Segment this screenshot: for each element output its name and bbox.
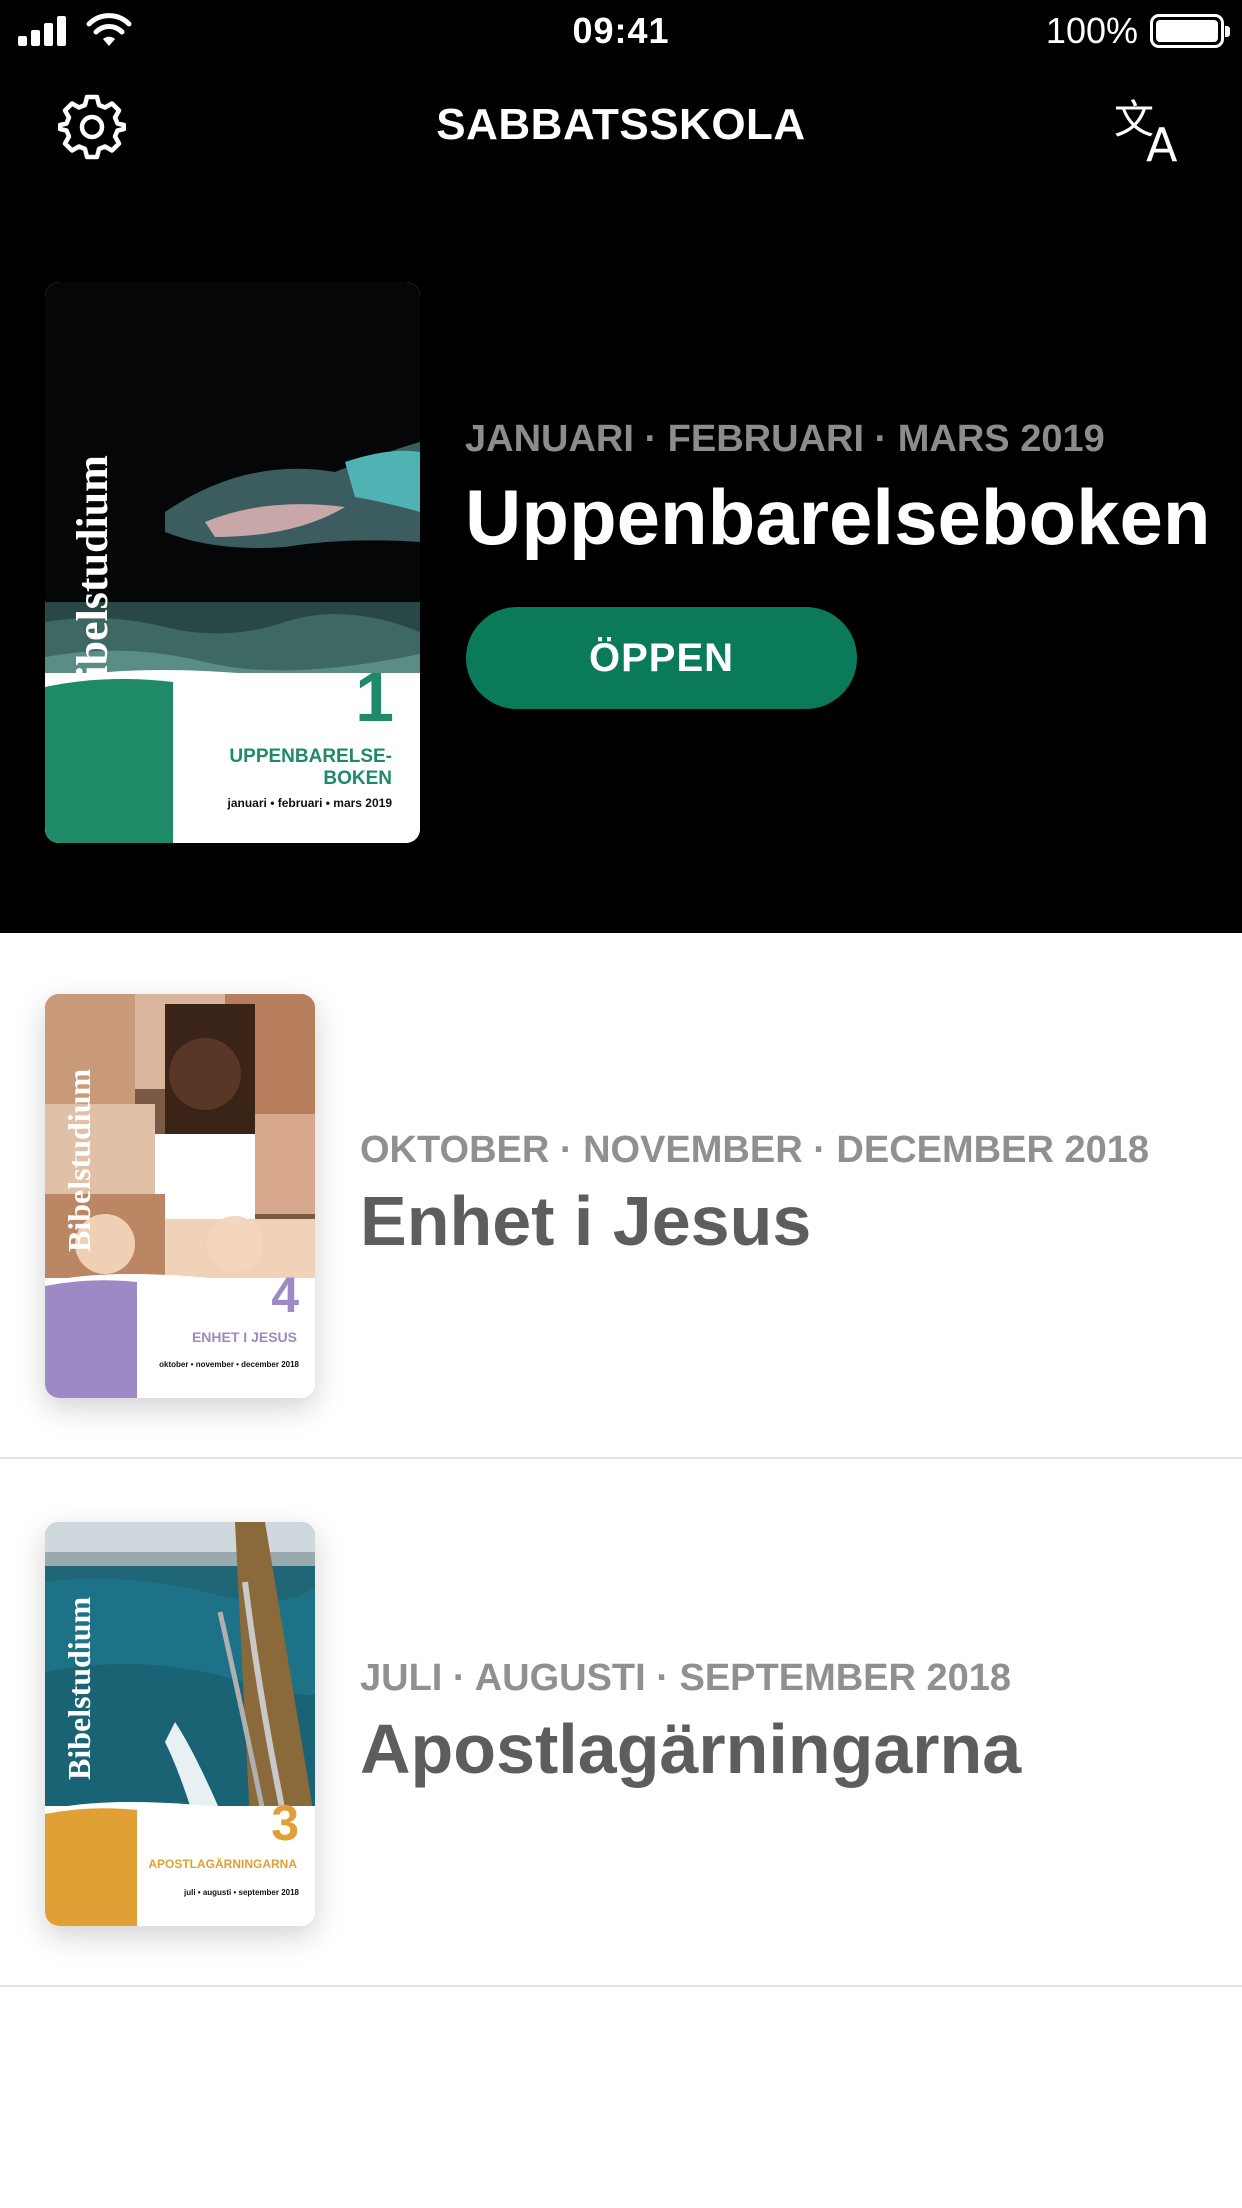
cover-number: 3	[271, 1795, 299, 1851]
cover-spine-title: Bibelstudium	[61, 1068, 97, 1252]
translate-icon: 文 A	[1114, 97, 1178, 163]
cover-dates: oktober • november • december 2018	[159, 1360, 299, 1369]
cover-accent-band	[45, 1294, 137, 1398]
list-item[interactable]: Bibelstudium 4 ENHET I JESUS oktober • n…	[0, 933, 1242, 1459]
cover-title: UPPENBARELSE- BOKEN	[229, 746, 392, 790]
quarterly-cover[interactable]: Bibelstudium 4 ENHET I JESUS oktober • n…	[45, 994, 315, 1398]
cover-number: 1	[355, 658, 394, 736]
language-button[interactable]: 文 A	[1110, 90, 1190, 170]
quarterly-title: Apostlagärningarna	[360, 1710, 1022, 1788]
battery-percentage: 100%	[1045, 10, 1138, 51]
cover-spine-title: Bibelstudium	[61, 1596, 97, 1780]
quarterly-cover[interactable]: Bibelstudium 3 APOSTLAGÄRNINGARNA juli •…	[45, 1522, 315, 1926]
quarterly-title: Enhet i Jesus	[360, 1182, 812, 1260]
cover-accent-band	[45, 693, 173, 843]
cover-title-line1: UPPENBARELSE-	[229, 746, 392, 767]
cover-title: ENHET I JESUS	[191, 1329, 297, 1345]
cover-number: 4	[271, 1267, 299, 1323]
cover-accent-band	[45, 1822, 137, 1926]
battery-icon	[1150, 14, 1230, 48]
cover-title-line2: BOKEN	[323, 768, 392, 789]
cover-dates: juli • augusti • september 2018	[184, 1888, 299, 1897]
quarterly-dates: JULI · AUGUSTI · SEPTEMBER 2018	[360, 1657, 1012, 1699]
page-title: SABBATSSKOLA	[436, 100, 806, 149]
featured-cover[interactable]: Bibelstudium 1 UPPENBARELSE- BOKEN janua…	[45, 282, 420, 843]
nav-bar: SABBATSSKOLA 文 A	[0, 62, 1242, 192]
svg-text:A: A	[1146, 118, 1178, 163]
featured-dates: JANUARI · FEBRUARI · MARS 2019	[465, 418, 1105, 460]
open-button[interactable]: ÖPPEN	[466, 607, 857, 709]
status-bar: 09:41 100%	[0, 0, 1242, 62]
featured-title: Uppenbarelseboken	[465, 473, 1211, 561]
cover-title: APOSTLAGÄRNINGARNA	[148, 1857, 297, 1871]
quarterly-dates: OKTOBER · NOVEMBER · DECEMBER 2018	[360, 1129, 1149, 1171]
cover-dates: januari • februari • mars 2019	[227, 796, 392, 810]
featured-section: SABBATSSKOLA 文 A Bibelstudium 1 UPPENBAR…	[0, 62, 1242, 933]
list-item[interactable]: Bibelstudium 3 APOSTLAGÄRNINGARNA juli •…	[0, 1461, 1242, 1987]
